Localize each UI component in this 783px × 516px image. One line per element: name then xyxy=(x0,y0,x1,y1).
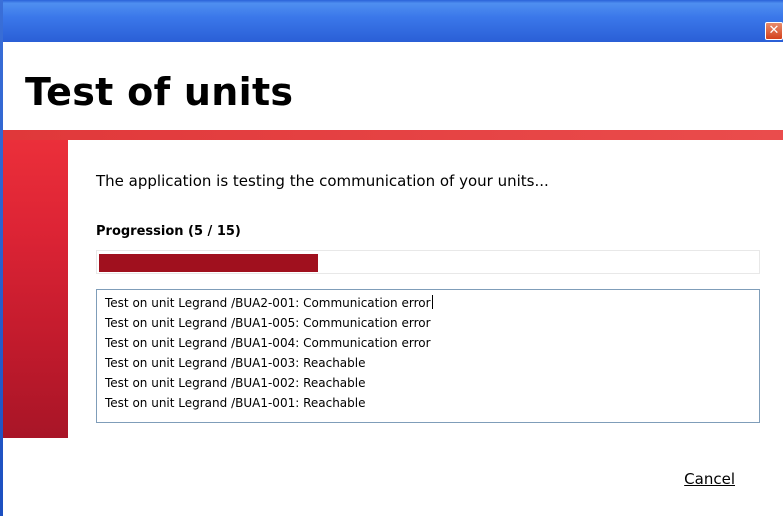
header: Test of units xyxy=(3,42,783,130)
log-line: Test on unit Legrand /BUA1-002: Reachabl… xyxy=(105,376,366,390)
log-line: Test on unit Legrand /BUA1-005: Communic… xyxy=(105,316,431,330)
log-line: Test on unit Legrand /BUA1-003: Reachabl… xyxy=(105,356,366,370)
cancel-button[interactable]: Cancel xyxy=(684,470,735,488)
page-title: Test of units xyxy=(25,70,294,114)
side-accent-bar xyxy=(3,140,68,438)
text-caret xyxy=(431,295,433,309)
title-bar[interactable]: ✕ xyxy=(0,0,783,42)
test-units-dialog: ✕ Test of units The application is testi… xyxy=(0,0,783,516)
log-line: Test on unit Legrand /BUA1-004: Communic… xyxy=(105,336,431,350)
close-icon[interactable]: ✕ xyxy=(765,22,783,40)
footer: Cancel xyxy=(3,438,783,516)
test-log-textarea[interactable]: Test on unit Legrand /BUA2-001: Communic… xyxy=(96,289,760,423)
progress-bar-fill xyxy=(99,254,318,272)
header-divider xyxy=(3,130,783,140)
description-text: The application is testing the communica… xyxy=(96,172,549,190)
log-line-text: Test on unit Legrand /BUA2-001: Communic… xyxy=(105,296,431,310)
progress-bar xyxy=(96,250,760,274)
log-line: Test on unit Legrand /BUA1-001: Reachabl… xyxy=(105,396,366,410)
log-line: Test on unit Legrand /BUA2-001: Communic… xyxy=(105,293,759,313)
window-left-border xyxy=(0,0,3,516)
main-content: The application is testing the communica… xyxy=(68,140,783,438)
progress-label: Progression (5 / 15) xyxy=(96,224,241,239)
